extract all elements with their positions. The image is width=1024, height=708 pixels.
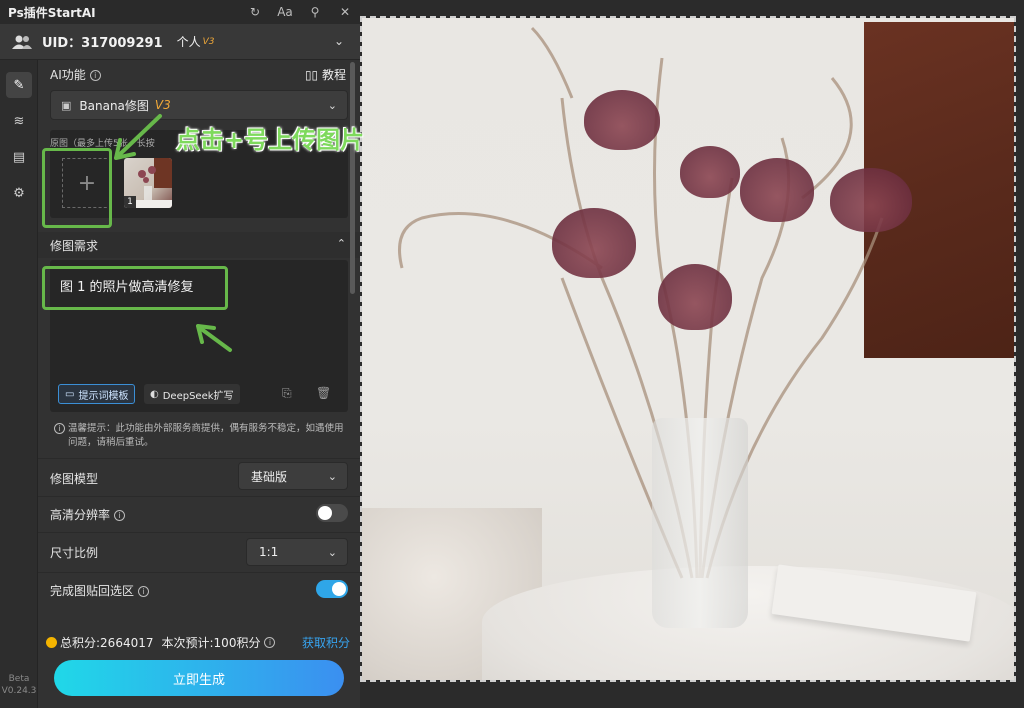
footer: 总积分:2664017 本次预计:100积分 i 获取积分 立即生成 — [38, 622, 360, 708]
prompt-annotation-arrow — [196, 324, 232, 352]
deepseek-expand-button[interactable]: ◐ DeepSeek扩写 — [144, 384, 240, 404]
beta-label: Beta — [8, 674, 30, 684]
sidebar: ✎ ≋ ▤ ⚙ Beta V0.24.3 — [0, 60, 38, 708]
coin-icon — [46, 637, 57, 648]
chevron-down-icon: ⌄ — [327, 545, 337, 559]
deepseek-label: DeepSeek扩写 — [162, 390, 234, 402]
notice-content: 温馨提示：此功能由外部服务商提供，偶有服务不稳定，如遇使用问题，请稍后重试。 — [68, 423, 344, 448]
tutorial-link[interactable]: ▯▯ 教程 — [305, 66, 346, 83]
divider — [38, 572, 360, 573]
photo-flower — [584, 90, 660, 150]
requirements-header[interactable]: 修图需求 ⌃ — [38, 232, 360, 258]
ratio-value: 1:1 — [259, 545, 279, 559]
get-points-link[interactable]: 获取积分 — [302, 634, 350, 651]
pin-icon[interactable]: ⚲ — [300, 5, 330, 19]
app-title: Ps插件StartAI — [8, 5, 96, 20]
photo-flower — [830, 168, 912, 232]
prompt-template-label: 提示词模板 — [78, 390, 129, 402]
canvas-photo[interactable] — [362, 18, 1014, 680]
edit-icon[interactable]: ✎ — [6, 72, 32, 98]
ratio-select[interactable]: 1:1 ⌄ — [246, 538, 348, 566]
hd-label-text: 高清分辨率 — [50, 508, 111, 522]
hd-toggle[interactable] — [316, 504, 348, 522]
user-uid: UID：317009291 — [42, 36, 163, 51]
user-plan: 个人 — [176, 35, 201, 49]
model-value: 基础版 — [251, 469, 288, 484]
ai-function-text: AI功能 — [50, 68, 86, 82]
info-icon[interactable]: i — [89, 70, 101, 81]
chevron-down-icon[interactable]: ⌄ — [334, 34, 344, 48]
photo-vase — [652, 418, 748, 628]
close-icon[interactable]: ✕ — [330, 5, 360, 19]
ratio-label: 尺寸比例 — [50, 546, 99, 560]
estimated-cost: 本次预计:100积分 — [161, 636, 261, 650]
photo-flower — [680, 146, 740, 198]
ai-function-label: AI功能 i — [50, 66, 101, 83]
divider — [38, 458, 360, 459]
thumbnail-index-badge: 1 — [124, 196, 136, 208]
gear-icon[interactable]: ⚙ — [6, 180, 32, 206]
generate-button[interactable]: 立即生成 — [54, 660, 344, 696]
font-size-icon[interactable]: Aa — [270, 5, 300, 19]
notice-text: i 温馨提示：此功能由外部服务商提供，偶有服务不稳定，如遇使用问题，请稍后重试。 — [50, 422, 346, 450]
prompt-template-button[interactable]: ▭ 提示词模板 — [58, 384, 136, 404]
plugin-panel: Ps插件StartAI ↻ Aa ⚲ ✕ UID：317009291 个人 V3… — [0, 0, 360, 708]
paste-back-text: 完成图贴回选区 — [50, 584, 135, 598]
plan-version-tag: V3 — [202, 36, 215, 47]
total-points: 总积分:2664017 — [60, 636, 154, 650]
layers-icon[interactable]: ≋ — [6, 108, 32, 134]
info-icon[interactable]: i — [264, 637, 276, 648]
deepseek-icon: ◐ — [150, 388, 159, 400]
scrollbar-thumb[interactable] — [350, 62, 355, 294]
users-icon — [12, 34, 32, 50]
user-bar[interactable]: UID：317009291 个人 V3 ⌄ — [0, 24, 360, 60]
model-select[interactable]: 基础版 ⌄ — [238, 462, 348, 490]
image-icon: ▣ — [61, 98, 72, 112]
toggle-knob — [332, 582, 346, 596]
version-label: V0.24.3 — [1, 686, 37, 696]
trash-icon[interactable]: 🗑 — [316, 386, 331, 400]
points-info: 总积分:2664017 本次预计:100积分 i — [46, 634, 276, 651]
upload-annotation-arrow — [114, 114, 162, 160]
refresh-icon[interactable]: ↻ — [240, 5, 270, 19]
requirements-label: 修图需求 — [50, 239, 99, 253]
divider — [38, 496, 360, 497]
app-root: Ps插件StartAI ↻ Aa ⚲ ✕ UID：317009291 个人 V3… — [0, 0, 1024, 708]
chevron-up-icon: ⌃ — [336, 237, 346, 250]
upload-annotation-box — [42, 148, 112, 228]
ai-function-select[interactable]: ▣ Banana修图 V3 ⌄ — [50, 90, 348, 120]
paste-back-toggle[interactable] — [316, 580, 348, 598]
upload-hint-annotation: 点击+号上传图片 — [176, 126, 365, 154]
chevron-down-icon: ⌄ — [327, 98, 337, 112]
paste-back-label: 完成图贴回选区 i — [50, 582, 150, 599]
chevron-down-icon: ⌄ — [327, 469, 337, 483]
hd-label: 高清分辨率 i — [50, 506, 126, 523]
history-icon[interactable]: ⎘ — [282, 386, 292, 401]
photo-flower — [740, 158, 814, 222]
info-icon: i — [54, 423, 65, 434]
prompt-annotation-box — [42, 266, 228, 310]
tutorial-text: 教程 — [321, 68, 346, 82]
book-open-icon: ▭ — [65, 388, 75, 400]
info-icon[interactable]: i — [114, 510, 126, 521]
titlebar: Ps插件StartAI ↻ Aa ⚲ ✕ — [0, 0, 360, 24]
book-icon: ▯▯ — [304, 68, 319, 82]
uploaded-thumbnail[interactable]: 1 — [124, 158, 172, 208]
photo-flower — [658, 264, 732, 330]
toggle-knob — [318, 506, 332, 520]
info-icon[interactable]: i — [138, 586, 150, 597]
clipboard-icon[interactable]: ▤ — [6, 144, 32, 170]
model-label: 修图模型 — [50, 472, 99, 486]
divider — [38, 532, 360, 533]
photo-flower — [552, 208, 636, 278]
